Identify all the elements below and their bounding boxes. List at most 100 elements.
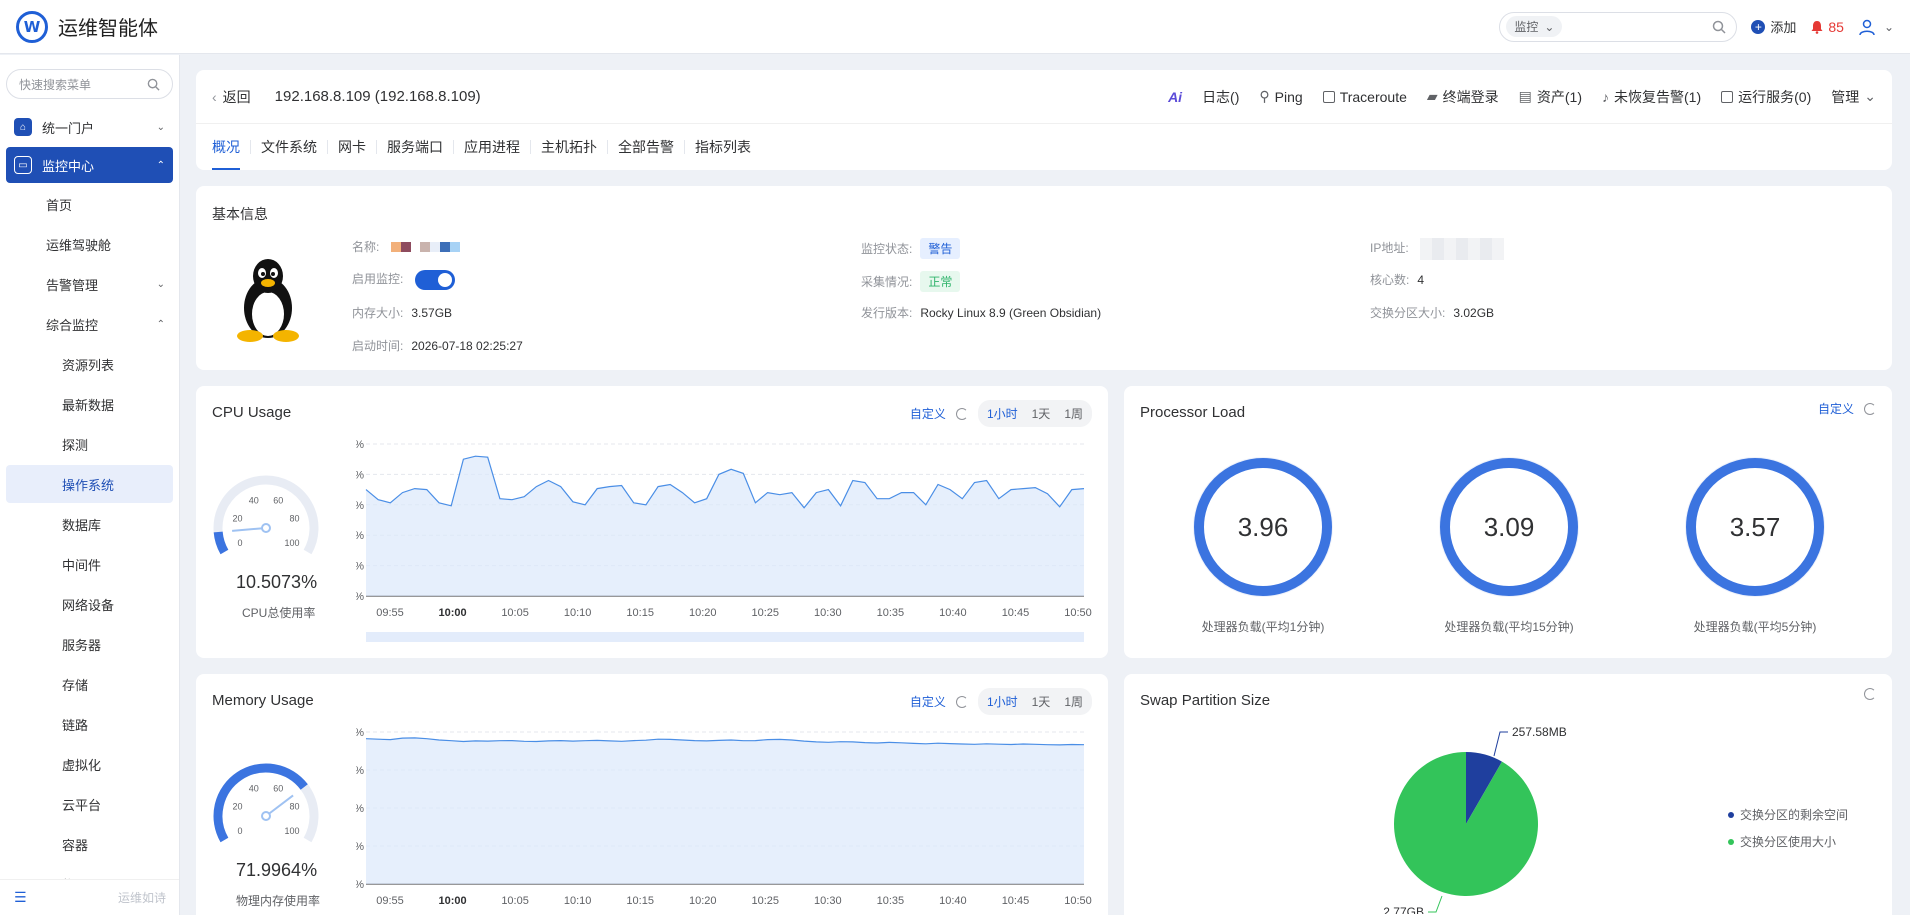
top-header: W 运维智能体 监控 ⌄ + 添加 85 ⌄ bbox=[0, 0, 1910, 54]
gauge-fill bbox=[213, 531, 229, 555]
unresolved-label: 未恢复告警(1) bbox=[1614, 88, 1702, 105]
ai-button[interactable]: Ai bbox=[1168, 89, 1182, 105]
processor-load-card: Processor Load 自定义 3.96 处理器负载(平均1分钟) 3.0… bbox=[1124, 386, 1892, 658]
y-tick-label: 60% bbox=[356, 765, 364, 777]
range-1w[interactable]: 1周 bbox=[1057, 402, 1090, 425]
menu-search-input[interactable]: 快速搜索菜单 bbox=[6, 69, 173, 99]
custom-range-button[interactable]: 自定义 bbox=[910, 693, 946, 710]
user-menu[interactable]: ⌄ bbox=[1858, 18, 1894, 36]
range-1h[interactable]: 1小时 bbox=[980, 402, 1025, 425]
range-1d[interactable]: 1天 bbox=[1025, 690, 1058, 713]
sidebar-item-probe[interactable]: 探测 bbox=[6, 425, 173, 463]
legend-item-free[interactable]: 交换分区的剩余空间 bbox=[1728, 806, 1848, 823]
tab-all-alarms[interactable]: 全部告警 bbox=[608, 140, 685, 154]
log-button[interactable]: 日志() bbox=[1202, 87, 1239, 107]
global-search[interactable]: 监控 ⌄ bbox=[1499, 11, 1738, 42]
sidebar-item-home[interactable]: 首页 bbox=[6, 185, 173, 223]
info-ip: IP地址: bbox=[1370, 238, 1505, 260]
x-tick-label: 10:05 bbox=[501, 895, 529, 907]
custom-range-button[interactable]: 自定义 bbox=[1818, 400, 1854, 417]
name-redacted bbox=[390, 241, 461, 255]
collapse-menu-icon[interactable]: ☰ bbox=[14, 889, 27, 906]
sidebar-item-portal[interactable]: ⌂ 统一门户 ⌄ bbox=[6, 109, 173, 145]
gauge-tick-label: 100 bbox=[284, 826, 299, 836]
running-services-button[interactable]: 运行服务(0) bbox=[1721, 87, 1811, 107]
sidebar-item-label: 操作系统 bbox=[62, 477, 115, 493]
gauge-needle-hub bbox=[261, 523, 271, 533]
sidebar-item-os[interactable]: 操作系统 bbox=[6, 465, 173, 503]
refresh-icon[interactable] bbox=[955, 407, 968, 420]
back-button[interactable]: ‹ 返回 bbox=[212, 87, 251, 107]
traceroute-button[interactable]: Traceroute bbox=[1322, 89, 1407, 105]
app-logo[interactable]: W 运维智能体 bbox=[16, 10, 158, 43]
sidebar-item-link[interactable]: 链路 bbox=[6, 705, 173, 743]
gauge-tick-label: 0 bbox=[238, 826, 243, 836]
tab-nic[interactable]: 网卡 bbox=[328, 140, 377, 154]
sidebar-item-database[interactable]: 数据库 bbox=[6, 505, 173, 543]
gauge-tick-label: 0 bbox=[238, 538, 243, 548]
search-icon[interactable] bbox=[1712, 20, 1726, 34]
ping-button[interactable]: ⚲ Ping bbox=[1259, 88, 1302, 105]
cpu-line-chart: 15% 12% 9% 6% 3% 0% 09:55 10:00 10:05 10:10 10:15 1… bbox=[356, 439, 1092, 642]
sidebar-item-virtualization[interactable]: 虚拟化 bbox=[6, 745, 173, 783]
refresh-icon[interactable] bbox=[1864, 688, 1876, 700]
range-1h[interactable]: 1小时 bbox=[980, 690, 1025, 713]
sidebar-item-storage[interactable]: 存储 bbox=[6, 665, 173, 703]
sidebar-item-integrated-monitor[interactable]: 综合监控 ⌃ bbox=[6, 305, 173, 343]
x-tick-label: 10:50 bbox=[1064, 607, 1092, 619]
search-scope-select[interactable]: 监控 ⌄ bbox=[1506, 16, 1563, 37]
range-1d[interactable]: 1天 bbox=[1025, 402, 1058, 425]
sidebar-item-network-device[interactable]: 网络设备 bbox=[6, 585, 173, 623]
sidebar-item-alarm-management[interactable]: 告警管理 ⌄ bbox=[6, 265, 173, 303]
add-button[interactable]: + 添加 bbox=[1751, 17, 1796, 36]
y-tick-label: 9% bbox=[356, 500, 364, 512]
range-1w[interactable]: 1周 bbox=[1057, 690, 1090, 713]
sidebar-item-label: 统一门户 bbox=[42, 120, 95, 136]
sidebar-item-cockpit[interactable]: 运维驾驶舱 bbox=[6, 225, 173, 263]
sidebar-item-middleware[interactable]: 中间件 bbox=[6, 545, 173, 583]
sidebar-item-latest-data[interactable]: 最新数据 bbox=[6, 385, 173, 423]
release-value: Rocky Linux 8.9 (Green Obsidian) bbox=[920, 306, 1102, 320]
custom-range-button[interactable]: 自定义 bbox=[910, 405, 946, 422]
sidebar-item-monitor-center[interactable]: ▭ 监控中心 ⌃ bbox=[6, 147, 173, 183]
x-tick-label: 10:10 bbox=[564, 895, 592, 907]
refresh-icon[interactable] bbox=[955, 695, 968, 708]
sidebar-item-server[interactable]: 服务器 bbox=[6, 625, 173, 663]
assets-button[interactable]: ▤ 资产(1) bbox=[1519, 87, 1582, 107]
x-tick-label: 10:25 bbox=[752, 607, 780, 619]
y-tick-label: 0% bbox=[356, 591, 364, 603]
sidebar-item-cloud[interactable]: 云平台 bbox=[6, 785, 173, 823]
info-collect: 采集情况: 正常 bbox=[861, 271, 961, 292]
sidebar-item-label: 链路 bbox=[62, 717, 89, 733]
boot-value: 2026-07-18 02:25:27 bbox=[411, 339, 523, 353]
sidebar-item-container[interactable]: 容器 bbox=[6, 825, 173, 863]
x-tick-label: 09:55 bbox=[376, 607, 404, 619]
swap-value: 3.02GB bbox=[1453, 306, 1495, 320]
tab-processes[interactable]: 应用进程 bbox=[454, 140, 531, 154]
alert-bell[interactable]: 85 bbox=[1810, 19, 1844, 35]
label-leader-free bbox=[1493, 731, 1508, 757]
manage-dropdown[interactable]: 管理 ⌄ bbox=[1831, 87, 1876, 107]
legend-item-used[interactable]: 交换分区使用大小 bbox=[1728, 833, 1848, 850]
cpu-usage-card: CPU Usage 自定义 1小时 1天 1周 0 20 40 60 80 100 10.… bbox=[196, 386, 1108, 658]
memory-gauge-label: 物理内存使用率 bbox=[236, 894, 321, 908]
terminal-login-button[interactable]: ▰ 终端登录 bbox=[1427, 87, 1499, 107]
tab-service-ports[interactable]: 服务端口 bbox=[377, 140, 454, 154]
sidebar-item-label: 运维驾驶舱 bbox=[46, 237, 112, 253]
cpu-gauge-label: CPU总使用率 bbox=[242, 606, 316, 620]
sidebar-item-label: 首页 bbox=[46, 197, 73, 213]
tab-topology[interactable]: 主机拓扑 bbox=[531, 140, 608, 154]
tab-overview[interactable]: 概况 bbox=[212, 140, 251, 154]
tab-metrics[interactable]: 指标列表 bbox=[685, 140, 761, 154]
sidebar-item-label: 探测 bbox=[62, 437, 89, 453]
cores-label: 核心数: bbox=[1370, 273, 1410, 287]
load-value-1: 3.96 bbox=[1238, 512, 1289, 542]
refresh-icon[interactable] bbox=[1864, 402, 1876, 415]
memory-label: 内存大小: bbox=[352, 306, 404, 320]
tab-filesystem[interactable]: 文件系统 bbox=[251, 140, 328, 154]
sidebar-item-resource-list[interactable]: 资源列表 bbox=[6, 345, 173, 383]
info-swap: 交换分区大小: 3.02GB bbox=[1370, 304, 1494, 321]
gauge-tick-label: 100 bbox=[284, 538, 299, 548]
monitor-toggle[interactable] bbox=[414, 270, 455, 290]
unresolved-alarms-button[interactable]: ♪ 未恢复告警(1) bbox=[1602, 87, 1701, 107]
